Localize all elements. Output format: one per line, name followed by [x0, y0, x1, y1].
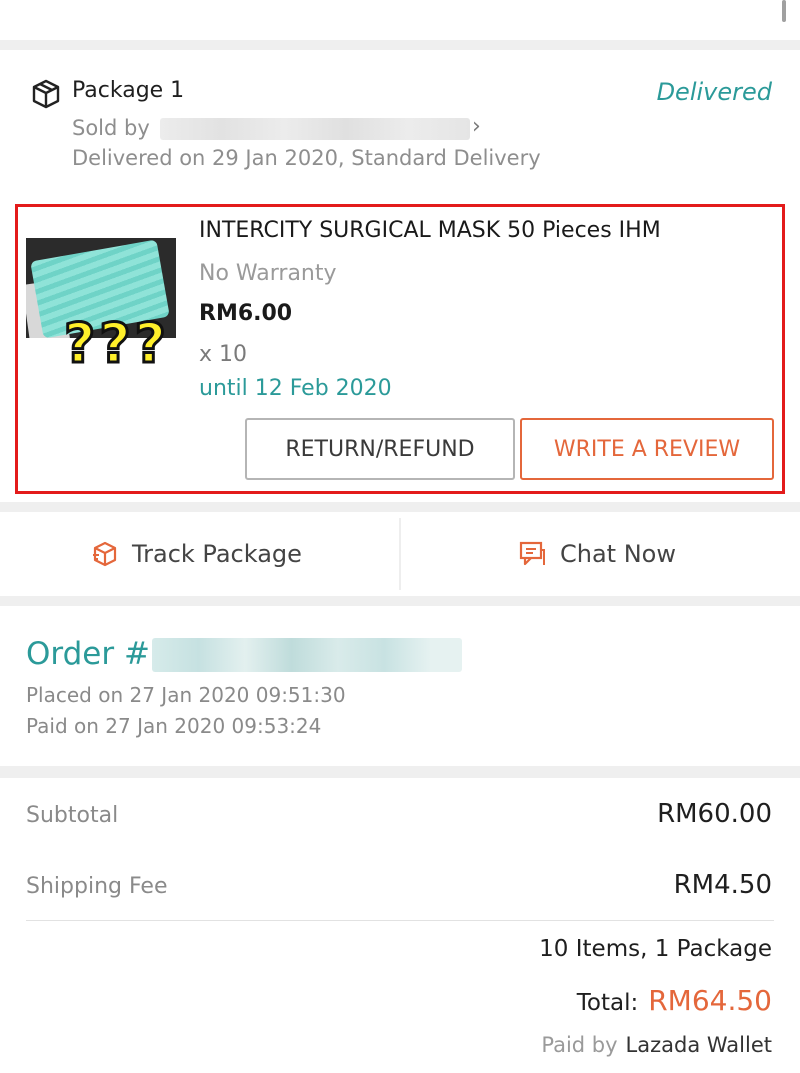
- track-package-button[interactable]: Track Package: [92, 540, 302, 568]
- order-number-label: Order #: [26, 636, 150, 672]
- chat-icon: [519, 541, 545, 566]
- sold-by-label: Sold by: [72, 116, 150, 140]
- track-package-label: Track Package: [132, 540, 302, 568]
- total-line: Total: RM64.50: [577, 984, 772, 1017]
- delivery-info: Delivered on 29 Jan 2020, Standard Deliv…: [72, 146, 541, 170]
- subtotal-label: Subtotal: [26, 803, 119, 828]
- shipping-fee-label: Shipping Fee: [26, 874, 168, 899]
- paid-by-label: Paid by: [541, 1033, 618, 1057]
- totals-divider: [26, 920, 774, 921]
- seller-name-redacted[interactable]: [160, 118, 470, 140]
- order-number-redacted: [152, 638, 462, 672]
- placed-date: Placed on 27 Jan 2020 09:51:30: [26, 683, 346, 707]
- subtotal-value: RM60.00: [657, 799, 772, 829]
- paid-by: Paid by Lazada Wallet: [541, 1033, 772, 1057]
- paid-date: Paid on 27 Jan 2020 09:53:24: [26, 714, 322, 738]
- highlight-annotation: [15, 204, 785, 494]
- package-icon: [32, 79, 60, 109]
- chevron-right-icon[interactable]: ›: [472, 114, 481, 139]
- track-package-icon: [93, 541, 117, 567]
- chat-now-label: Chat Now: [560, 540, 676, 568]
- total-label: Total:: [576, 990, 639, 1016]
- shipping-fee-value: RM4.50: [673, 870, 772, 900]
- delivery-status: Delivered: [656, 78, 772, 106]
- payment-method: Lazada Wallet: [625, 1033, 772, 1057]
- scrollbar[interactable]: [782, 0, 786, 22]
- package-title: Package 1: [72, 78, 185, 103]
- total-value: RM64.50: [648, 984, 772, 1017]
- chat-now-button[interactable]: Chat Now: [518, 540, 676, 568]
- items-count: 10 Items, 1 Package: [539, 936, 772, 962]
- action-divider: [399, 518, 401, 590]
- top-strip: [0, 0, 800, 40]
